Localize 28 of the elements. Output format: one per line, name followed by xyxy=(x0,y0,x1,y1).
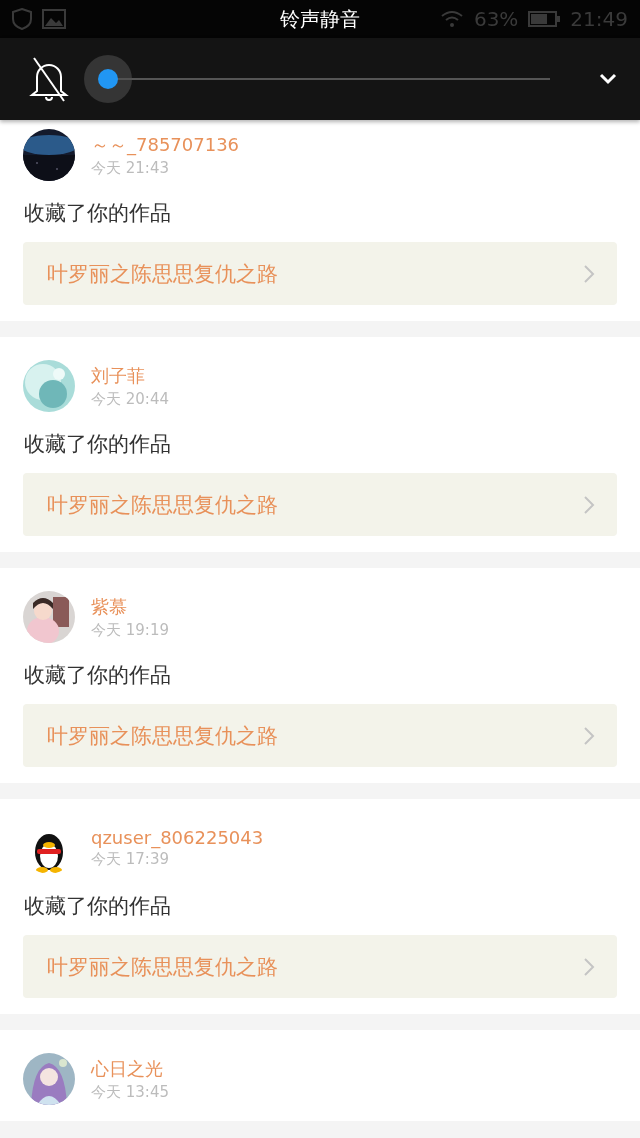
user-name[interactable]: 紫慕 xyxy=(91,594,169,619)
message-text: 收藏了你的作品 xyxy=(24,431,172,458)
message-time: 今天 17:39 xyxy=(91,850,170,869)
chevron-down-icon[interactable] xyxy=(598,72,618,86)
chevron-right-icon xyxy=(583,263,595,284)
message-text: 收藏了你的作品 xyxy=(24,893,172,920)
chevron-right-icon xyxy=(583,956,595,977)
wifi-icon xyxy=(439,10,464,28)
message-time: 今天 13:45 xyxy=(91,1082,169,1102)
chevron-right-icon xyxy=(583,494,595,515)
chevron-right-icon xyxy=(583,725,595,746)
work-link[interactable]: 叶罗丽之陈思思复仇之路 xyxy=(23,242,617,305)
message-time: 今天 21:43 xyxy=(91,158,170,178)
battery-icon xyxy=(528,11,561,27)
user-name[interactable]: 心日之光 xyxy=(91,1056,169,1081)
work-link[interactable]: 叶罗丽之陈思思复仇之路 xyxy=(23,935,617,998)
user-name[interactable]: ～～_785707136 xyxy=(91,132,240,157)
work-link[interactable]: 叶罗丽之陈思思复仇之路 xyxy=(23,704,617,767)
message-text: 收藏了你的作品 xyxy=(24,662,172,689)
message-time: 今天 19:19 xyxy=(91,620,169,640)
message-text: 收藏了你的作品 xyxy=(24,200,172,227)
work-link[interactable]: 叶罗丽之陈思思复仇之路 xyxy=(23,473,617,536)
volume-title: 铃声静音 xyxy=(280,5,360,33)
image-icon xyxy=(42,9,66,29)
message-time: 今天 20:44 xyxy=(91,389,169,409)
shield-icon xyxy=(12,8,32,30)
user-name[interactable]: 刘子菲 xyxy=(91,363,169,388)
user-name[interactable]: qzuser_806225043 xyxy=(91,827,264,848)
